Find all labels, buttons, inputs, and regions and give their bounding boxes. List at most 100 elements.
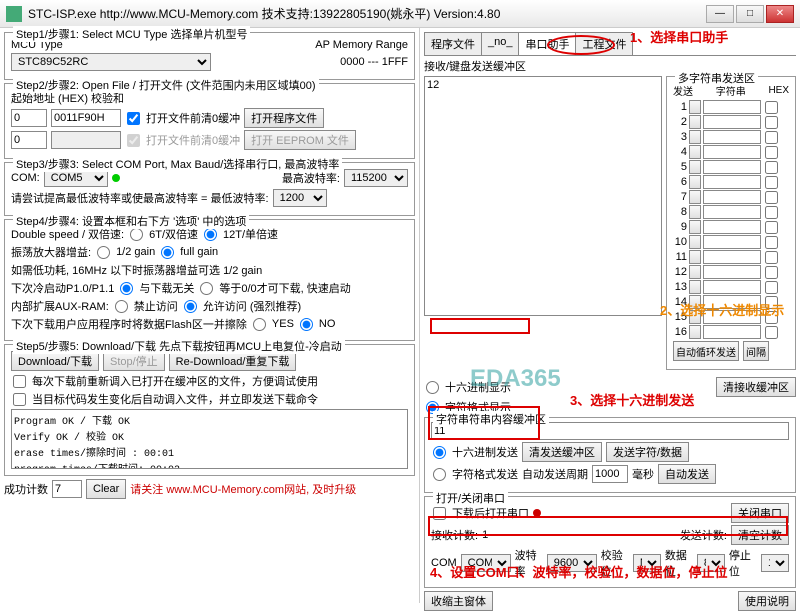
shrink-window-button[interactable]: 收缩主窗体 [424, 591, 493, 611]
open-program-file-button[interactable]: 打开程序文件 [244, 108, 324, 128]
auto-send-period-input[interactable] [592, 465, 628, 483]
hex-send-radio[interactable] [433, 446, 446, 459]
redownload-button[interactable]: Re-Download/重复下载 [169, 351, 297, 371]
close-button[interactable]: ✕ [766, 5, 794, 23]
multi-str-7[interactable] [703, 190, 761, 204]
multi-send-3[interactable] [689, 130, 701, 144]
usage-button[interactable]: 使用说明 [738, 591, 796, 611]
multi-send-15[interactable] [689, 310, 701, 324]
multi-send-1[interactable] [689, 100, 701, 114]
cold-ignore-radio[interactable] [120, 282, 133, 295]
erase-no-radio[interactable] [300, 318, 313, 331]
multi-send-8[interactable] [689, 205, 701, 219]
clear-count-button[interactable]: Clear [86, 479, 126, 499]
tab-serial-helper[interactable]: 串口助手 [518, 32, 576, 55]
max-baud-select[interactable]: 115200 [344, 169, 408, 187]
multi-str-3[interactable] [703, 130, 761, 144]
multi-send-13[interactable] [689, 280, 701, 294]
multi-send-5[interactable] [689, 160, 701, 174]
multi-send-2[interactable] [689, 115, 701, 129]
multi-hex-7[interactable] [765, 191, 778, 204]
gain-full-radio[interactable] [161, 246, 174, 259]
minimize-button[interactable]: — [706, 5, 734, 23]
multi-send-11[interactable] [689, 250, 701, 264]
serial-stopbits-select[interactable]: 1 [761, 554, 789, 572]
reload-on-change-checkbox[interactable] [13, 393, 26, 406]
cold-zero-radio[interactable] [200, 282, 213, 295]
clear-send-button[interactable]: 清发送缓冲区 [522, 442, 602, 462]
gain-half-radio[interactable] [97, 246, 110, 259]
start-addr1-input[interactable] [11, 109, 47, 127]
mcu-type-select[interactable]: STC89C52RC [11, 53, 211, 71]
multi-send-9[interactable] [689, 220, 701, 234]
auto-send-button[interactable]: 自动发送 [658, 464, 716, 484]
start-addr2-input[interactable] [11, 131, 47, 149]
multi-str-10[interactable] [703, 235, 761, 249]
min-baud-select[interactable]: 1200 [273, 189, 327, 207]
recv-buffer-textarea[interactable]: 12 [424, 76, 662, 316]
multi-hex-1[interactable] [765, 101, 778, 114]
tab-no[interactable]: _no_ [481, 32, 519, 55]
serial-parity-select[interactable]: N [633, 554, 661, 572]
multi-str-8[interactable] [703, 205, 761, 219]
multi-str-9[interactable] [703, 220, 761, 234]
multi-hex-15[interactable] [765, 311, 778, 324]
multi-str-15[interactable] [703, 310, 761, 324]
send-char-button[interactable]: 发送字符/数据 [606, 442, 689, 462]
multi-str-1[interactable] [703, 100, 761, 114]
multi-str-14[interactable] [703, 295, 761, 309]
multi-hex-12[interactable] [765, 266, 778, 279]
serial-databits-select[interactable]: 8 [697, 554, 725, 572]
speed-12t-radio[interactable] [204, 228, 217, 241]
multi-str-5[interactable] [703, 160, 761, 174]
multi-hex-11[interactable] [765, 251, 778, 264]
hex-display-radio[interactable] [426, 381, 439, 394]
download-button[interactable]: Download/下载 [11, 351, 99, 371]
multi-str-16[interactable] [703, 325, 761, 339]
multi-hex-5[interactable] [765, 161, 778, 174]
multi-send-16[interactable] [689, 325, 701, 339]
open-after-dl-checkbox[interactable] [433, 507, 446, 520]
multi-hex-2[interactable] [765, 116, 778, 129]
multi-send-4[interactable] [689, 145, 701, 159]
multi-hex-3[interactable] [765, 131, 778, 144]
multi-send-7[interactable] [689, 190, 701, 204]
serial-baud-select[interactable]: 9600 [547, 554, 597, 572]
multi-str-2[interactable] [703, 115, 761, 129]
multi-send-10[interactable] [689, 235, 701, 249]
multi-str-6[interactable] [703, 175, 761, 189]
char-send-radio[interactable] [433, 468, 446, 481]
speed-6t-radio[interactable] [130, 228, 143, 241]
interval-button[interactable]: 间隔 [743, 341, 769, 361]
multi-str-12[interactable] [703, 265, 761, 279]
checksum1-input[interactable] [51, 109, 121, 127]
clear-recv-button[interactable]: 清接收缓冲区 [716, 377, 796, 397]
clear-counters-button[interactable]: 清空计数 [731, 525, 789, 545]
multi-hex-14[interactable] [765, 296, 778, 309]
maximize-button[interactable]: □ [736, 5, 764, 23]
multi-hex-6[interactable] [765, 176, 778, 189]
erase-yes-radio[interactable] [253, 318, 266, 331]
multi-str-13[interactable] [703, 280, 761, 294]
close-port-button[interactable]: 关闭串口 [731, 503, 789, 523]
clear-buf1-checkbox[interactable] [127, 112, 140, 125]
multi-hex-9[interactable] [765, 221, 778, 234]
serial-com-select[interactable]: COM5 [461, 554, 511, 572]
multi-hex-8[interactable] [765, 206, 778, 219]
multi-str-11[interactable] [703, 250, 761, 264]
multi-hex-16[interactable] [765, 326, 778, 339]
multi-send-6[interactable] [689, 175, 701, 189]
multi-hex-4[interactable] [765, 146, 778, 159]
tab-project-file[interactable]: 工程文件 [575, 32, 633, 55]
success-count-input[interactable] [52, 480, 82, 498]
auto-loop-send-button[interactable]: 自动循环发送 [673, 341, 739, 361]
reload-before-dl-checkbox[interactable] [13, 375, 26, 388]
aux-enable-radio[interactable] [184, 300, 197, 313]
multi-hex-13[interactable] [765, 281, 778, 294]
tab-program-file[interactable]: 程序文件 [424, 32, 482, 55]
multi-hex-10[interactable] [765, 236, 778, 249]
aux-disable-radio[interactable] [115, 300, 128, 313]
multi-str-4[interactable] [703, 145, 761, 159]
multi-send-12[interactable] [689, 265, 701, 279]
multi-send-14[interactable] [689, 295, 701, 309]
